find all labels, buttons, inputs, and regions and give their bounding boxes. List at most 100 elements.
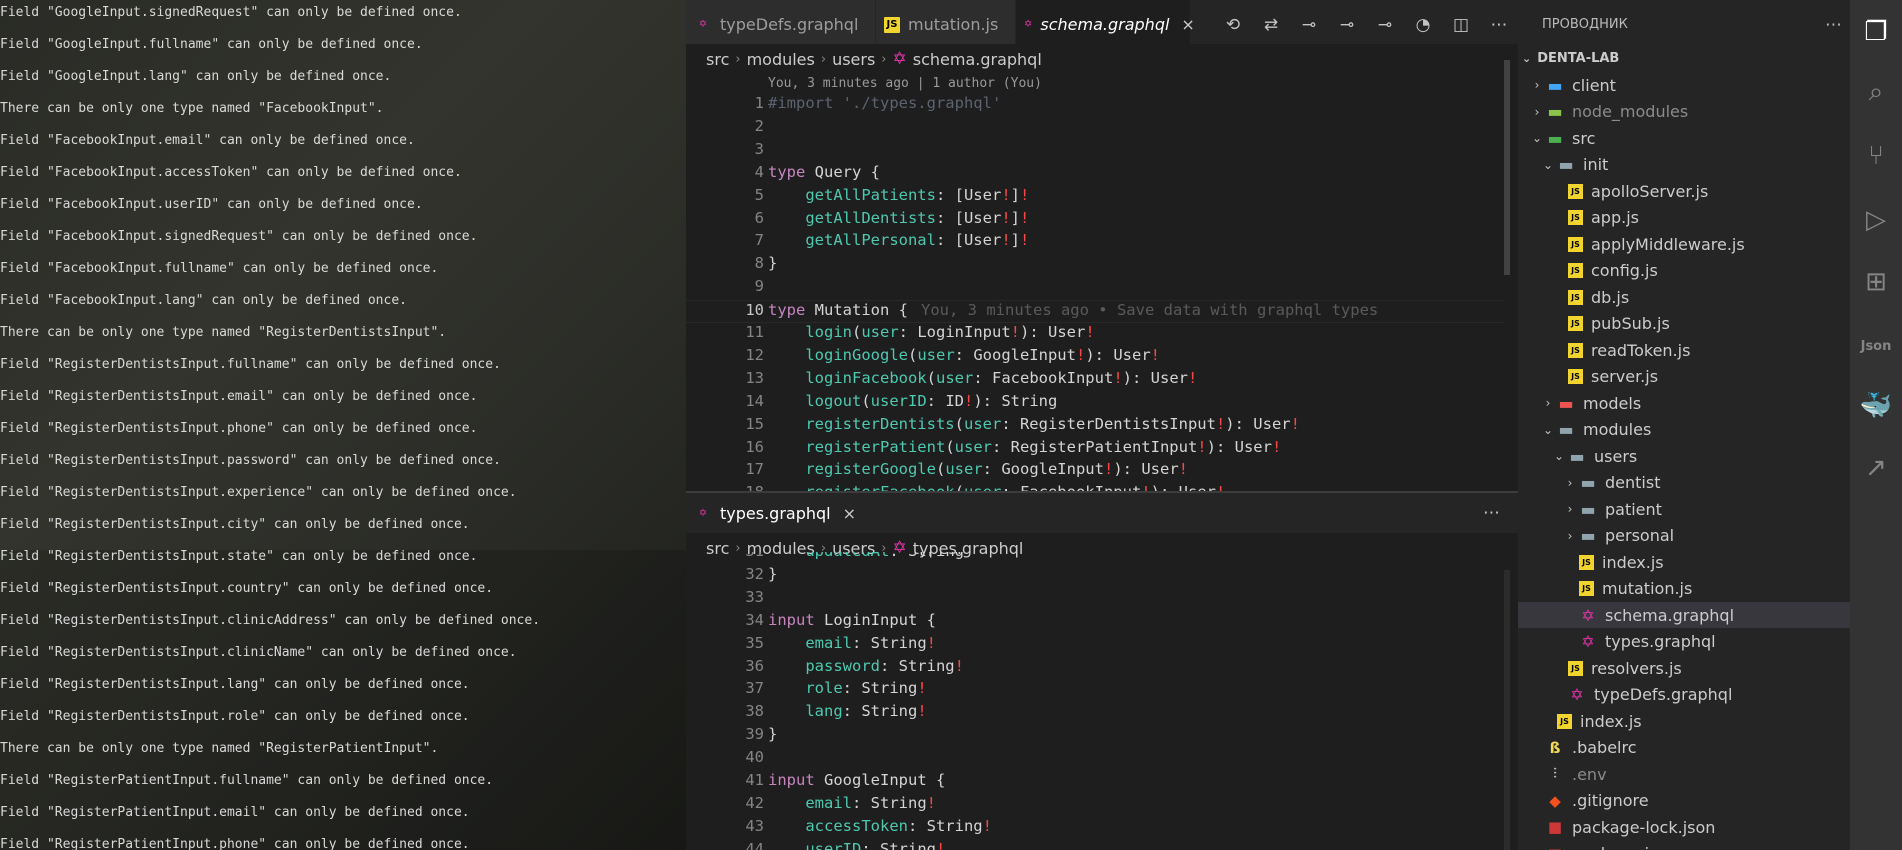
tab-mutation-js[interactable]: JS mutation.js [876,0,1016,49]
next-change-icon[interactable]: ⊸ [1366,15,1404,35]
project-root[interactable]: ⌄ DENTA-LAB [1518,49,1850,68]
close-icon[interactable]: × [843,504,856,523]
code-line[interactable]: 17 registerGoogle(user: GoogleInput!): U… [686,460,1504,483]
tree-item-index-js[interactable]: JS index.js [1518,708,1850,734]
code-line[interactable]: 43 accessToken: String! [686,817,1504,840]
terminal-panel[interactable]: Field "GoogleInput.signedRequest" can on… [0,0,686,850]
tree-item-applymiddleware-js[interactable]: JS applyMiddleware.js [1518,231,1850,257]
tree-item-client[interactable]: › ▬ client [1518,72,1850,98]
tree-item-modules[interactable]: ⌄ ▬ modules [1518,417,1850,443]
scrollbar-top[interactable] [1504,60,1510,275]
code-line[interactable]: 14 logout(userID: ID!): String [686,392,1504,415]
code-line[interactable]: 5 getAllPatients: [User!]! [686,186,1504,209]
docker-icon[interactable]: 🐳 [1850,380,1902,432]
tree-item-package-json[interactable]: ■package.json [1518,841,1850,850]
search-icon[interactable]: ⌕ [1850,66,1902,118]
tab-types-graphql[interactable]: ✡ types.graphql × [686,493,874,533]
timeline-icon[interactable]: ⟲ [1214,15,1252,35]
code-line[interactable]: 35 email: String! [686,634,1504,657]
tree-item-dentist[interactable]: › ▬ dentist [1518,470,1850,496]
tree-item-src[interactable]: ⌄ ▬ src [1518,125,1850,151]
tree-item-pubsub-js[interactable]: JS pubSub.js [1518,311,1850,337]
code-line[interactable]: 16 registerPatient(user: RegisterPatient… [686,438,1504,461]
code-line[interactable]: 36 password: String! [686,657,1504,680]
tree-item-apolloserver-js[interactable]: JS apolloServer.js [1518,178,1850,204]
tab-typedefs-graphql[interactable]: ✡ typeDefs.graphql [686,0,876,49]
codelens-author[interactable]: You, 3 minutes ago | 1 author (You) [768,76,1042,91]
tree-item-app-js[interactable]: JS app.js [1518,205,1850,231]
code-line[interactable]: 42 email: String! [686,794,1504,817]
tree-item-readtoken-js[interactable]: JS readToken.js [1518,337,1850,363]
tree-item--env[interactable]: ⫶ .env [1518,761,1850,787]
code-line[interactable]: 7 getAllPersonal: [User!]! [686,231,1504,254]
json-icon[interactable]: Json [1850,320,1902,372]
more-actions-bottom-icon[interactable]: ⋯ [1483,503,1500,523]
code-line[interactable]: 18 registerFacebook(user: FacebookInput!… [686,483,1504,491]
tree-item-server-js[interactable]: JS server.js [1518,364,1850,390]
tree-item-models[interactable]: › ▬ models [1518,390,1850,416]
breadcrumb-item[interactable]: users [832,50,875,69]
code-line[interactable]: 2 [686,117,1504,140]
terminal-line: There can be only one type named "Regist… [0,325,447,340]
tree-item-schema-graphql[interactable]: ✡ schema.graphql [1518,602,1850,628]
code-line[interactable]: 15 registerDentists(user: RegisterDentis… [686,415,1504,438]
code-line[interactable]: 32} [686,565,1504,588]
run-debug-icon[interactable]: ▷ [1850,194,1902,246]
tree-item--gitignore[interactable]: ◆ .gitignore [1518,788,1850,814]
code-line[interactable]: 34 input LoginInput { [686,611,1504,634]
code-line[interactable]: 11 login(user: LoginInput!): User! [686,323,1504,346]
split-editor-icon[interactable]: ◫ [1442,15,1480,35]
breadcrumb-item[interactable]: schema.graphql [913,50,1042,69]
editor-area[interactable]: ✡ typeDefs.graphql JS mutation.js ✡ schema.gr… [686,0,1518,850]
tree-item-index-js[interactable]: JS index.js [1518,549,1850,575]
tree-item-patient[interactable]: › ▬ patient [1518,496,1850,522]
code-line[interactable]: 44 userID: String! [686,840,1504,850]
code-line[interactable]: 33 [686,588,1504,611]
tree-item-types-graphql[interactable]: ✡ types.graphql [1518,629,1850,655]
tree-item-node-modules[interactable]: › ▬ node_modules [1518,99,1850,125]
source-control-icon[interactable]: ⑂ [1850,130,1902,182]
code-line[interactable]: 39} [686,725,1504,748]
code-line[interactable]: 37 role: String! [686,679,1504,702]
tab-schema-graphql[interactable]: ✡ schema.graphql × [1016,0,1195,49]
code-line[interactable]: 1 #import './types.graphql' [686,94,1504,117]
tree-item-db-js[interactable]: JS db.js [1518,284,1850,310]
code-line[interactable]: 10 type Mutation {You, 3 minutes ago • Sa… [686,300,1504,324]
code-line[interactable]: 6 getAllDentists: [User!]! [686,209,1504,232]
code-line[interactable]: 13 loginFacebook(user: FacebookInput!): … [686,369,1504,392]
more-icon[interactable]: ⋯ [1825,15,1842,35]
files-icon[interactable]: ❐ [1850,6,1902,58]
tree-item--babelrc[interactable]: ß .babelrc [1518,735,1850,761]
scrollbar-bottom[interactable] [1504,570,1510,850]
live-share-icon[interactable]: ↗ [1850,442,1902,494]
code-editor-top[interactable]: 1 #import './types.graphql' 2 3 4 type Query … [686,94,1504,491]
breadcrumb-item[interactable]: modules [747,50,815,69]
extensions-icon[interactable]: ⊞ [1850,256,1902,308]
tree-item-personal[interactable]: › ▬ personal [1518,523,1850,549]
code-line[interactable]: 31 updatedAt: String [686,552,1504,565]
code-line[interactable]: 12 loginGoogle(user: GoogleInput!): User… [686,346,1504,369]
editor-tabbar-bottom: ✡ types.graphql × [686,493,1518,533]
tree-item-package-lock-json[interactable]: ■ package-lock.json [1518,814,1850,840]
previous-change-icon[interactable]: ⊸ [1328,15,1366,35]
breadcrumb-item[interactable]: src [706,50,729,69]
code-line[interactable]: 41 input GoogleInput { [686,771,1504,794]
git-lens-icon[interactable]: ◔ [1404,15,1442,35]
code-line[interactable]: 9 [686,277,1504,300]
tree-item-init[interactable]: ⌄ ▬ init [1518,152,1850,178]
code-line[interactable]: 8} [686,254,1504,277]
tree-item-typedefs-graphql[interactable]: ✡ typeDefs.graphql [1518,682,1850,708]
code-editor-bottom[interactable]: 31 updatedAt: String32}3334input LoginIn… [686,552,1504,850]
tree-item-users[interactable]: ⌄ ▬ users [1518,443,1850,469]
close-icon[interactable]: × [1181,15,1194,34]
git-commit-icon[interactable]: ⊸ [1290,15,1328,35]
tree-item-resolvers-js[interactable]: JS resolvers.js [1518,655,1850,681]
code-line[interactable]: 38 lang: String! [686,702,1504,725]
tree-item-mutation-js[interactable]: JS mutation.js [1518,576,1850,602]
code-line[interactable]: 3 [686,140,1504,163]
more-actions-icon[interactable]: ⋯ [1480,15,1518,35]
tree-item-config-js[interactable]: JS config.js [1518,258,1850,284]
code-line[interactable]: 4 type Query { [686,163,1504,186]
compare-changes-icon[interactable]: ⇄ [1252,15,1290,35]
code-line[interactable]: 40 [686,748,1504,771]
